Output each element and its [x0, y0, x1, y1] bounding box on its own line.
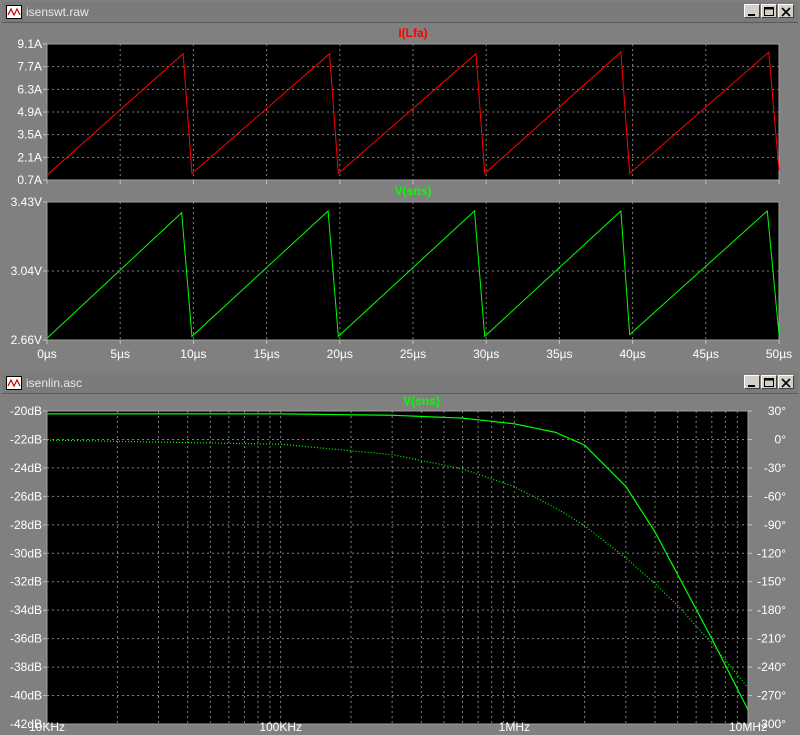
x-tick-label: 35µs	[546, 347, 572, 361]
x-tick-label: 100KHz	[259, 720, 302, 734]
y-tick-label-right: 30°	[768, 404, 786, 418]
minimize-icon	[748, 385, 755, 387]
x-tick-label: 45µs	[693, 347, 719, 361]
close-icon	[781, 378, 791, 388]
x-tick-label: 20µs	[327, 347, 353, 361]
title-bar[interactable]: isenlin.asc	[2, 373, 798, 394]
y-tick-label-left: -20dB	[10, 404, 42, 418]
trace-label: V(sns)	[403, 394, 440, 408]
y-tick-label-right: -270°	[757, 689, 786, 703]
trace-label: I(Lfa)	[398, 26, 427, 40]
x-tick-label: 10KHz	[29, 720, 65, 734]
y-tick-label: 4.9A	[17, 105, 42, 119]
y-tick-label: 2.66V	[11, 333, 42, 347]
bode-plot-pane[interactable]: -20dB -22dB -24dB -26dB -28dB -30dB -32dB -34dB…	[10, 394, 786, 734]
y-tick-label-right: -120°	[757, 546, 786, 560]
x-tick-label: 50µs	[766, 347, 792, 361]
ac-plot-area[interactable]: -20dB -22dB -24dB -26dB -28dB -30dB -32dB -34dB…	[0, 393, 800, 735]
y-tick-label: 2.1A	[17, 150, 42, 164]
y-tick-label: 3.04V	[11, 264, 42, 278]
y-tick-label-left: -30dB	[10, 546, 42, 560]
y-tick-label-right: -180°	[757, 603, 786, 617]
waveform-app-icon	[6, 5, 22, 19]
close-button[interactable]	[778, 4, 794, 18]
y-tick-label: 9.1A	[17, 37, 42, 51]
x-tick-label: 0µs	[37, 347, 57, 361]
y-tick-label-left: -38dB	[10, 660, 42, 674]
x-tick-label: 30µs	[473, 347, 499, 361]
plot-pane-1[interactable]: 9.1A 7.7A 6.3A 4.9A 3.5A 2.1A 0.7A I(Lfa)	[17, 26, 780, 187]
y-tick-label: 6.3A	[17, 82, 42, 96]
minimize-button[interactable]	[744, 4, 760, 18]
y-tick-label-left: -34dB	[10, 603, 42, 617]
trace-label: V(sns)	[395, 184, 432, 198]
plot-pane-2[interactable]: 3.43V 3.04V 2.66V V(sns)	[11, 184, 780, 347]
y-tick-label-right: -210°	[757, 632, 786, 646]
minimize-icon	[748, 14, 755, 16]
x-tick-label: 5µs	[110, 347, 130, 361]
y-tick-label: 0.7A	[17, 173, 42, 187]
y-tick-label-left: -40dB	[10, 689, 42, 703]
close-button[interactable]	[778, 375, 794, 389]
maximize-button[interactable]	[761, 4, 777, 18]
transient-plot-area[interactable]: 9.1A7.7A6.3A4.9A3.5A2.1A0.7AI(Lfa)3.43V3…	[0, 22, 800, 368]
y-tick-label-left: -36dB	[10, 632, 42, 646]
y-tick-label: 3.5A	[17, 128, 42, 142]
y-tick-label: 7.7A	[17, 60, 42, 74]
y-tick-label: 3.43V	[11, 195, 42, 209]
close-icon	[781, 7, 791, 17]
y-tick-label-right: -90°	[764, 518, 786, 532]
maximize-button[interactable]	[761, 375, 777, 389]
x-tick-label: 40µs	[619, 347, 645, 361]
x-tick-label: 15µs	[253, 347, 279, 361]
y-tick-label-right: -30°	[764, 461, 786, 475]
y-tick-label-right: -60°	[764, 489, 786, 503]
waveform-window-transient[interactable]: isenswt.raw 9.1A 7.7A 6.3A 4.9A 3.5A 2.1A 0.7A…	[0, 0, 800, 368]
y-tick-label-left: -32dB	[10, 575, 42, 589]
y-tick-label-left: -28dB	[10, 518, 42, 532]
y-tick-label-right: 0°	[775, 432, 787, 446]
y-tick-label-left: -24dB	[10, 461, 42, 475]
title-bar[interactable]: isenswt.raw	[2, 2, 798, 23]
window-title: isenlin.asc	[26, 376, 83, 390]
y-tick-label-right: -240°	[757, 660, 786, 674]
minimize-button[interactable]	[744, 375, 760, 389]
waveform-app-icon	[6, 376, 22, 390]
plot-background	[46, 410, 749, 725]
y-tick-label-right: -150°	[757, 575, 786, 589]
y-tick-label-left: -22dB	[10, 432, 42, 446]
waveform-window-ac[interactable]: isenlin.asc -20dB -22dB -24dB -26dB -28dB -30…	[0, 371, 800, 735]
x-tick-label: 10MHz	[729, 720, 767, 734]
x-tick-label: 25µs	[400, 347, 426, 361]
window-title: isenswt.raw	[26, 5, 89, 19]
maximize-icon	[764, 7, 774, 16]
maximize-icon	[764, 378, 774, 387]
x-tick-label: 10µs	[180, 347, 206, 361]
x-tick-label: 1MHz	[499, 720, 530, 734]
y-tick-label-left: -26dB	[10, 489, 42, 503]
